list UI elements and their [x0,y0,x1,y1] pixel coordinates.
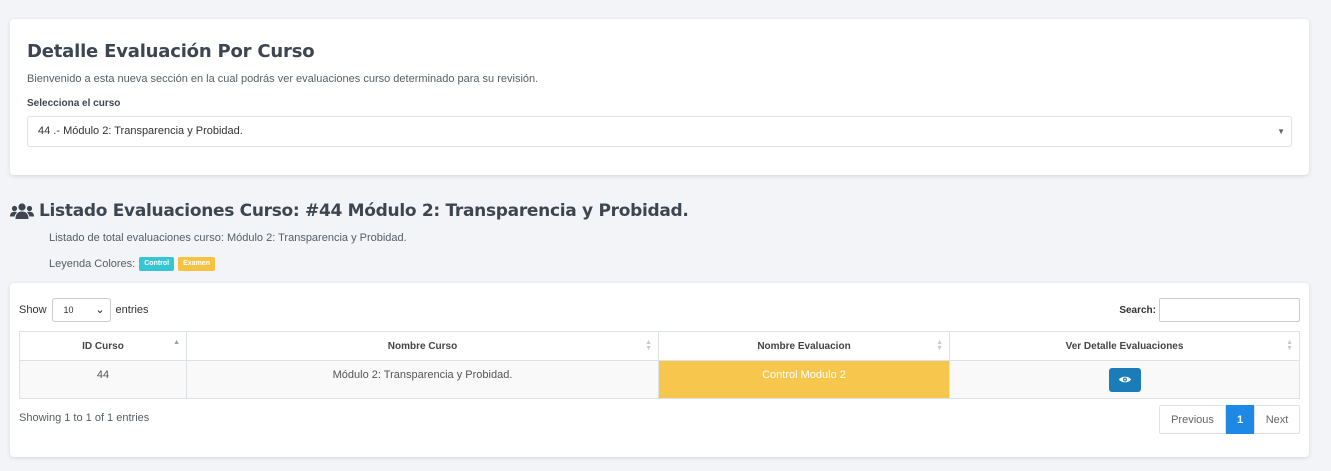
course-select[interactable]: 44 .- Módulo 2: Transparencia y Probidad… [27,116,1292,147]
eye-icon [1118,376,1131,383]
caret-down-icon: ▼ [1277,127,1285,136]
cell-nombre-curso: Módulo 2: Transparencia y Probidad. [186,360,659,399]
table-info: Showing 1 to 1 of 1 entries [19,412,150,424]
legend-badge-control: Control [139,257,175,271]
sort-icon: ▲ ▼ [936,339,943,352]
course-select-label: Selecciona el curso [27,98,121,109]
column-header-id-curso[interactable]: ID Curso ▲ [19,331,187,361]
page-subtitle: Bienvenido a esta nueva sección en la cu… [27,73,539,85]
next-page-button[interactable]: Next [1254,405,1300,434]
entries-select[interactable]: 10 ⌄ [51,298,111,322]
sort-icon: ▲ ▼ [645,339,652,352]
course-selection-card: Detalle Evaluación Por Curso Bienvenido … [10,19,1309,175]
search-input[interactable] [1159,298,1300,322]
entries-select-value: 10 [63,305,74,315]
cell-nombre-evaluacion: Control Modulo 2 [658,360,950,399]
sort-icon: ▲ ▼ [1286,339,1293,352]
page-1-button[interactable]: 1 [1226,405,1254,434]
cell-id-curso: 44 [19,360,187,399]
legend-badge-examen: Examen [178,257,215,271]
entries-label: entries [115,304,149,316]
chevron-down-icon: ⌄ [95,304,105,316]
previous-page-button[interactable]: Previous [1159,405,1226,434]
evaluations-table-card: Show 10 ⌄ entries Search: ID Curso ▲ Nom… [10,283,1309,457]
table-row: 44 Módulo 2: Transparencia y Probidad. C… [19,360,1300,399]
sort-asc-icon: ▲ [173,339,180,346]
users-icon [10,203,34,219]
column-header-nombre-evaluacion[interactable]: Nombre Evaluacion ▲ ▼ [658,331,950,361]
table-search: Search: [1119,298,1300,322]
course-select-value: 44 .- Módulo 2: Transparencia y Probidad… [38,125,243,137]
evaluations-table: ID Curso ▲ Nombre Curso ▲ ▼ Nombre Evalua… [19,331,1300,399]
cell-ver-detalle [949,360,1300,399]
pagination: Previous 1 Next [1159,405,1300,434]
view-details-button[interactable] [1108,368,1141,392]
color-legend: Leyenda Colores: Control Examen [49,257,215,271]
table-header-row: ID Curso ▲ Nombre Curso ▲ ▼ Nombre Evalua… [19,331,1300,361]
search-label: Search: [1119,304,1156,316]
column-header-nombre-curso[interactable]: Nombre Curso ▲ ▼ [186,331,659,361]
list-description: Listado de total evaluaciones curso: Mód… [49,232,407,244]
list-title: Listado Evaluaciones Curso: #44 Módulo 2… [39,201,689,221]
page-title: Detalle Evaluación Por Curso [27,41,315,62]
show-label: Show [19,304,47,316]
list-header: Listado Evaluaciones Curso: #44 Módulo 2… [10,201,689,221]
entries-length-control: Show 10 ⌄ entries [19,298,149,322]
legend-label: Leyenda Colores: [49,258,136,270]
column-header-ver-detalle[interactable]: Ver Detalle Evaluaciones ▲ ▼ [949,331,1300,361]
